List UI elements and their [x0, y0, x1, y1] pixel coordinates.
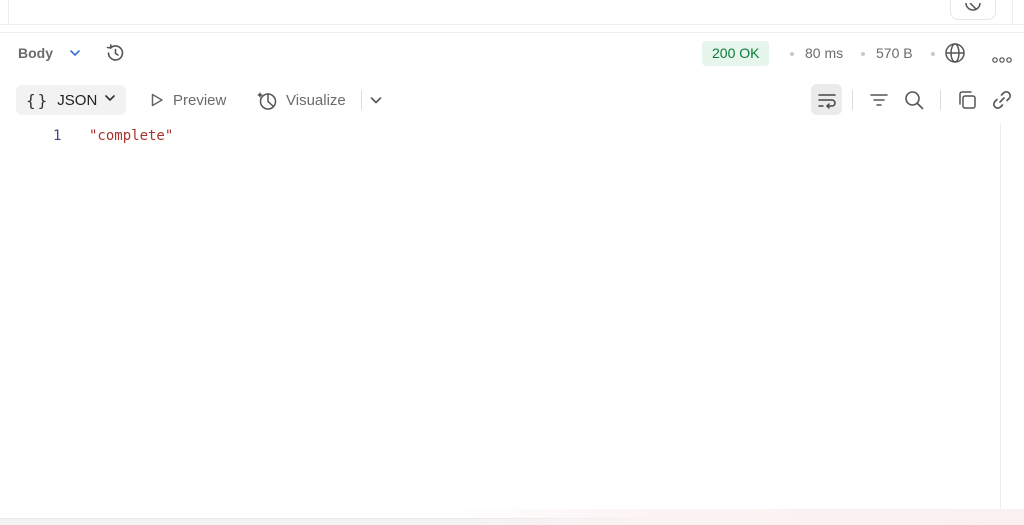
link-icon[interactable] — [991, 89, 1013, 116]
toolbar-divider — [361, 90, 362, 110]
braces-icon: {} — [26, 90, 50, 110]
word-wrap-button[interactable] — [811, 84, 842, 115]
line-number: 1 — [53, 128, 62, 144]
separator-dot — [861, 52, 865, 56]
globe-icon[interactable] — [944, 42, 966, 69]
chevron-down-icon[interactable] — [68, 46, 82, 65]
visualize-icon — [257, 91, 277, 110]
response-header: Body 200 OK 80 ms 570 B — [0, 34, 1024, 72]
editor-scrollbar[interactable] — [1000, 124, 1001, 518]
chevron-down-icon — [103, 91, 117, 110]
json-string-value[interactable]: "complete" — [89, 128, 173, 144]
preview-button[interactable]: Preview — [149, 85, 226, 115]
response-body-editor[interactable]: 1 "complete" — [0, 124, 1000, 518]
top-circle-button[interactable] — [950, 0, 996, 20]
history-icon[interactable] — [104, 42, 126, 69]
toolbar-divider — [940, 90, 941, 110]
response-size[interactable]: 570 B — [876, 45, 913, 61]
search-icon[interactable] — [903, 89, 925, 116]
separator-dot — [931, 52, 935, 56]
play-icon — [151, 93, 163, 107]
chevron-down-icon — [370, 97, 382, 104]
preview-label: Preview — [173, 91, 227, 109]
status-badge[interactable]: 200 OK — [702, 41, 770, 66]
word-wrap-icon — [817, 93, 836, 109]
separator-dot — [790, 52, 794, 56]
response-toolbar: {} JSON Preview Visualize — [0, 82, 1024, 118]
visualize-label: Visualize — [286, 91, 346, 109]
format-select[interactable]: {} JSON — [16, 85, 126, 115]
visualize-button[interactable]: Visualize — [257, 85, 346, 115]
top-strip-left-rule — [8, 0, 9, 24]
filter-icon[interactable] — [868, 89, 890, 116]
circle-slash-icon — [965, 3, 981, 11]
top-strip — [0, 0, 1024, 25]
more-horizontal-icon[interactable] — [992, 50, 1012, 68]
toolbar-divider — [852, 90, 853, 110]
copy-icon[interactable] — [956, 89, 978, 116]
bottom-tint — [440, 509, 1024, 525]
format-select-label: JSON — [57, 91, 98, 109]
response-time[interactable]: 80 ms — [805, 45, 843, 61]
panel-border — [0, 32, 1024, 33]
visualize-dropdown[interactable] — [368, 85, 392, 115]
body-tab[interactable]: Body — [18, 45, 53, 61]
top-strip-right-rule — [1012, 0, 1013, 24]
